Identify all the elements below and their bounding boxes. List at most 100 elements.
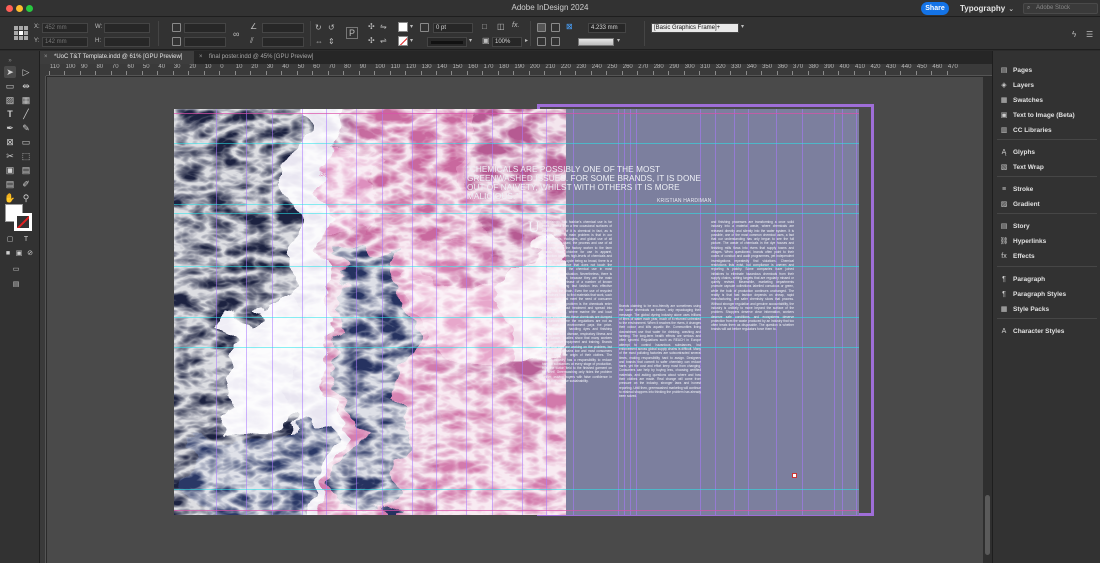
effects-fx-icon[interactable]: fx. <box>512 22 519 29</box>
line-tool-icon[interactable]: ╱ <box>20 108 32 120</box>
gap-tool-icon[interactable]: ⇹ <box>20 80 32 92</box>
panel-cc-libraries[interactable]: ▥ CC Libraries <box>993 123 1100 138</box>
rotate-90-cw-icon[interactable]: ↻ <box>315 23 322 32</box>
rectangle-tool-icon[interactable]: ▭ <box>20 136 32 148</box>
x-position-field[interactable]: 452 mm <box>42 23 88 33</box>
select-next-object-icon[interactable]: ⇌ <box>380 36 387 45</box>
formatting-container-icon[interactable]: ▢ <box>4 234 16 246</box>
frame-color-swatch[interactable] <box>578 38 614 46</box>
pull-quote[interactable]: “CHEMICALS ARE POSSIBLY ONE OF THE MOST … <box>467 165 707 201</box>
close-tab-icon[interactable]: × <box>199 51 203 64</box>
zoom-tool-icon[interactable]: ⚲ <box>20 192 32 204</box>
stroke-swatch[interactable] <box>398 36 408 46</box>
frame-color-chevron-icon[interactable]: ▾ <box>617 37 620 44</box>
drop-shadow-icon[interactable]: ◫ <box>497 22 505 31</box>
panel-style-packs[interactable]: ▦ Style Packs <box>993 302 1100 317</box>
stroke-type-chevron-icon[interactable]: ▾ <box>469 37 472 44</box>
rotate-90-ccw-icon[interactable]: ↺ <box>328 23 335 32</box>
scrollbar-thumb[interactable] <box>985 495 990 555</box>
text-wrap-bounding-icon[interactable] <box>551 23 560 32</box>
auto-fit-icon[interactable]: ⊠ <box>566 22 573 31</box>
fill-swatch[interactable] <box>398 22 408 32</box>
gradient-feather-tool-icon[interactable]: ▤ <box>20 164 32 176</box>
view-mode-icon[interactable]: ▤ <box>10 279 22 291</box>
hand-tool-icon[interactable]: ✋ <box>4 192 16 204</box>
share-button[interactable]: Share <box>921 2 949 15</box>
horizontal-ruler[interactable]: 110 100 90 80 70 60 50 40 30 20 10 0 10 20 30 40 50 60 70 8… <box>46 64 992 76</box>
panel-paragraph[interactable]: ¶ Paragraph <box>993 272 1100 287</box>
panel-stroke[interactable]: ≡ Stroke <box>993 182 1100 197</box>
constrain-proportions-icon[interactable]: ∞ <box>233 29 239 39</box>
content-placer-icon[interactable]: ▦ <box>20 94 32 106</box>
panel-text-to-image-beta[interactable]: ▣ Text to Image (Beta) <box>993 108 1100 123</box>
panel-text-wrap[interactable]: ▧ Text Wrap <box>993 160 1100 175</box>
rotate-angle-field[interactable] <box>262 23 304 33</box>
gradient-swatch-tool-icon[interactable]: ▣ <box>4 164 16 176</box>
stock-search-input[interactable]: ⌕ Adobe Stock <box>1023 3 1098 14</box>
text-wrap-none-icon[interactable] <box>537 23 546 32</box>
pencil-tool-icon[interactable]: ✎ <box>20 122 32 134</box>
fitting-frame-icon[interactable] <box>551 37 560 46</box>
tab-uoc-template[interactable]: × *UoC T&T Template.indd @ 61% [GPU Previ… <box>40 51 194 64</box>
panel-character-styles[interactable]: A Character Styles <box>993 324 1100 339</box>
apply-effect-icon[interactable]: □ <box>482 22 487 31</box>
stroke-color-swatch[interactable] <box>14 213 32 231</box>
workspace-switcher[interactable]: Typography ⌄ <box>960 4 1014 13</box>
y-position-field[interactable]: 142 mm <box>42 37 88 47</box>
close-tab-icon[interactable]: × <box>44 51 48 64</box>
formatting-text-icon[interactable]: T <box>20 234 32 246</box>
panel-glyphs[interactable]: Ą Glyphs <box>993 145 1100 160</box>
shear-angle-field[interactable] <box>262 37 304 47</box>
fill-dropdown-icon[interactable]: ▾ <box>410 23 413 30</box>
height-field[interactable] <box>104 37 150 47</box>
tab-final-poster[interactable]: × final poster.indd @ 45% [GPU Preview] <box>195 51 335 64</box>
flip-vertical-icon[interactable]: ⇕ <box>328 37 335 46</box>
panel-swatches[interactable]: ▦ Swatches <box>993 93 1100 108</box>
offset-field[interactable]: 4.233 mm <box>588 23 626 33</box>
type-tool-icon[interactable]: T <box>4 108 16 120</box>
eyedropper-tool-icon[interactable]: ✐ <box>20 178 32 190</box>
fitting-content-icon[interactable] <box>537 37 546 46</box>
body-text-column-3[interactable]: and finishing processes are transforming… <box>711 220 794 475</box>
stroke-type-dropdown[interactable] <box>427 37 467 47</box>
panel-menu-icon[interactable]: ☰ <box>1086 30 1093 39</box>
note-tool-icon[interactable]: ▤ <box>4 178 16 190</box>
direct-selection-tool-icon[interactable]: ▷ <box>20 66 32 78</box>
stroke-weight-field[interactable]: 0 pt <box>433 23 473 33</box>
object-style-dropdown[interactable]: [Basic Graphics Frame]+ <box>651 23 739 33</box>
screen-mode-icon[interactable]: ▭ <box>10 264 22 276</box>
object-style-chevron-icon[interactable]: ▾ <box>741 23 744 30</box>
opacity-field[interactable]: 100% <box>492 37 522 47</box>
select-next-icon[interactable]: ✣ <box>368 36 375 45</box>
select-previous-icon[interactable]: ⇋ <box>380 22 387 31</box>
panel-effects[interactable]: fx Effects <box>993 249 1100 264</box>
width-field[interactable] <box>104 23 150 33</box>
selection-tool-icon[interactable]: ➤ <box>4 66 16 78</box>
quick-apply-icon[interactable]: ϟ <box>1072 30 1076 39</box>
scale-x-icon[interactable] <box>172 23 181 32</box>
vertical-ruler[interactable] <box>40 76 46 563</box>
panel-gradient[interactable]: ▨ Gradient <box>993 197 1100 212</box>
rectangle-frame-tool-icon[interactable]: ⊠ <box>4 136 16 148</box>
panel-story[interactable]: ▤ Story <box>993 219 1100 234</box>
reference-point-icon[interactable] <box>14 26 28 40</box>
page-tool-icon[interactable]: ▭ <box>4 80 16 92</box>
stroke-dropdown-icon[interactable]: ▾ <box>410 37 413 44</box>
scale-x-field[interactable] <box>184 23 226 33</box>
panel-layers[interactable]: ◈ Layers <box>993 78 1100 93</box>
body-text-column-1[interactable]: nsurprisingly, fast fashion's chemical u… <box>542 220 612 475</box>
content-collector-icon[interactable]: ▨ <box>4 94 16 106</box>
opacity-dropdown-icon[interactable]: ▸ <box>525 37 528 44</box>
apply-none-icon[interactable]: ⊘ <box>24 248 36 260</box>
quote-attribution[interactable]: KRISTIAN HARDIMAN <box>657 198 712 204</box>
select-content-icon[interactable]: ✣ <box>368 22 375 31</box>
panel-hyperlinks[interactable]: ⛓ Hyperlinks <box>993 234 1100 249</box>
panel-pages[interactable]: ▤ Pages <box>993 63 1100 78</box>
pen-tool-icon[interactable]: ✒ <box>4 122 16 134</box>
vertical-scrollbar[interactable] <box>983 77 992 563</box>
pasteboard[interactable]: “CHEMICALS ARE POSSIBLY ONE OF THE MOST … <box>47 77 983 563</box>
flip-horizontal-icon[interactable]: ⇔ <box>315 37 323 46</box>
overset-text-icon[interactable] <box>792 473 797 478</box>
scale-y-icon[interactable] <box>172 37 181 46</box>
free-transform-tool-icon[interactable]: ⬚ <box>20 150 32 162</box>
